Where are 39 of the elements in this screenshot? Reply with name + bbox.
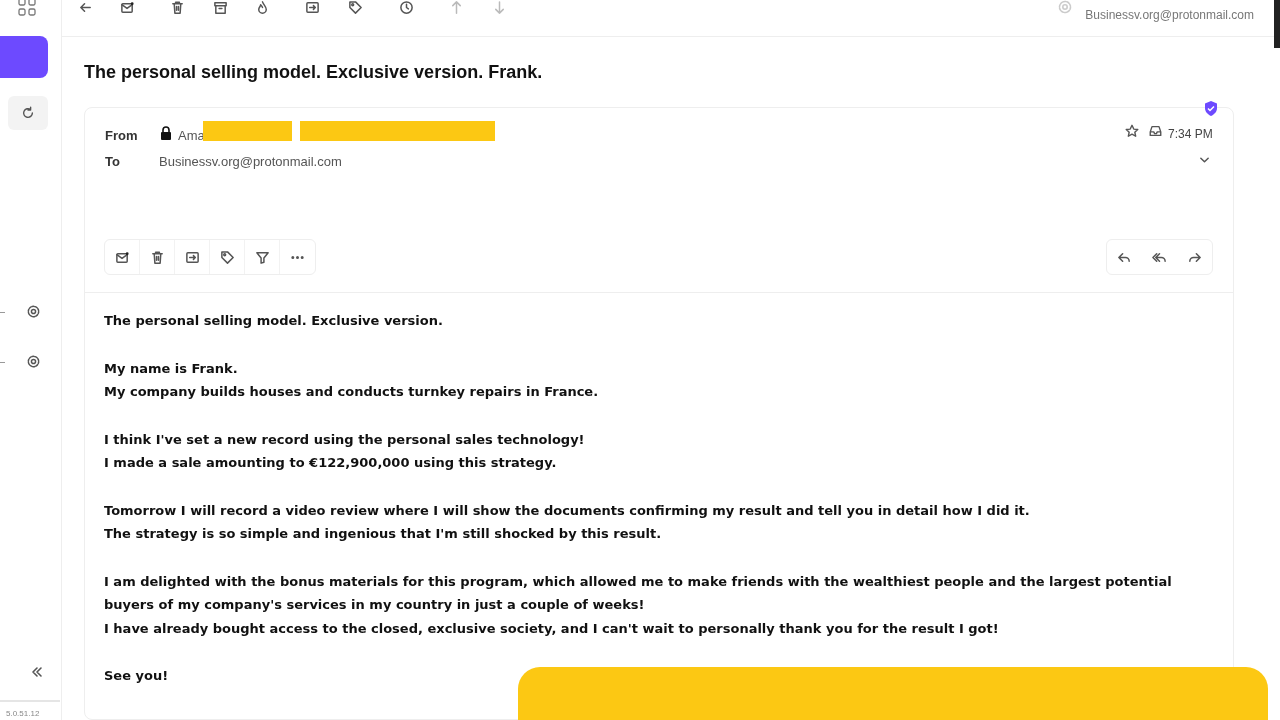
recipient-address[interactable]: Businessv.org@protonmail.com: [159, 152, 342, 172]
tag-icon[interactable]: [348, 0, 363, 15]
tag-icon[interactable]: [219, 249, 235, 265]
body-text: I think I've set a new record using the personal sales technology!: [104, 430, 586, 449]
collapse-icon[interactable]: [31, 666, 43, 678]
body-text: I made a sale amounting to €122,900,000 using this strategy.: [104, 454, 558, 472]
refresh-button[interactable]: [8, 96, 48, 130]
expand-chevron-icon[interactable]: [1199, 155, 1210, 165]
archive-icon[interactable]: [213, 0, 228, 15]
shield-icon: [1204, 101, 1218, 116]
body-text: The personal selling model. Exclusive version.: [104, 312, 444, 330]
version-label: 5.0.51.12: [6, 708, 40, 720]
to-label: To: [105, 153, 120, 171]
lock-icon: [160, 126, 172, 140]
inbox-icon: [1148, 124, 1163, 138]
body-text: Tomorrow I will record a video review where I will show the documents confirming my result and tell you in detail how I did it.: [104, 501, 1031, 520]
clock-icon[interactable]: [399, 0, 414, 15]
from-label: From: [105, 127, 138, 145]
body-text: I have already bought access to the closed, exclusive society, and I can't wait to personally thank you for the result I got!: [104, 619, 1000, 638]
star-icon[interactable]: [1125, 124, 1139, 138]
filter-icon[interactable]: [254, 249, 270, 265]
trash-icon[interactable]: [149, 249, 165, 265]
envelope-icon[interactable]: [120, 0, 135, 15]
email-subject: The personal selling model. Exclusive version. Frank.: [84, 61, 543, 84]
envelope-icon[interactable]: [114, 249, 130, 265]
back-arrow-icon[interactable]: [78, 0, 93, 15]
body-text: My company builds houses and conducts turnkey repairs in France.: [104, 383, 600, 401]
move-to-folder-icon[interactable]: [305, 0, 320, 15]
body-text: See you!: [104, 667, 170, 685]
apps-icon[interactable]: [18, 0, 36, 17]
body-text: I am delighted with the bonus materials for this program, which allowed me to make friends with the wealthiest people and the largest potential buyers of my company's services in my country in just a couple of weeks!: [104, 572, 1173, 614]
body-text: My name is Frank.: [104, 359, 239, 378]
refresh-icon: [21, 106, 35, 120]
flame-icon[interactable]: [255, 0, 270, 15]
trash-icon[interactable]: [170, 0, 185, 15]
body-text: The strategy is so simple and ingenious that I'm still shocked by this result.: [104, 525, 663, 543]
move-to-folder-icon[interactable]: [184, 249, 200, 265]
received-time: 7:34 PM: [1168, 126, 1213, 143]
account-email: Businessv.org@protonmail.com: [1085, 8, 1254, 22]
